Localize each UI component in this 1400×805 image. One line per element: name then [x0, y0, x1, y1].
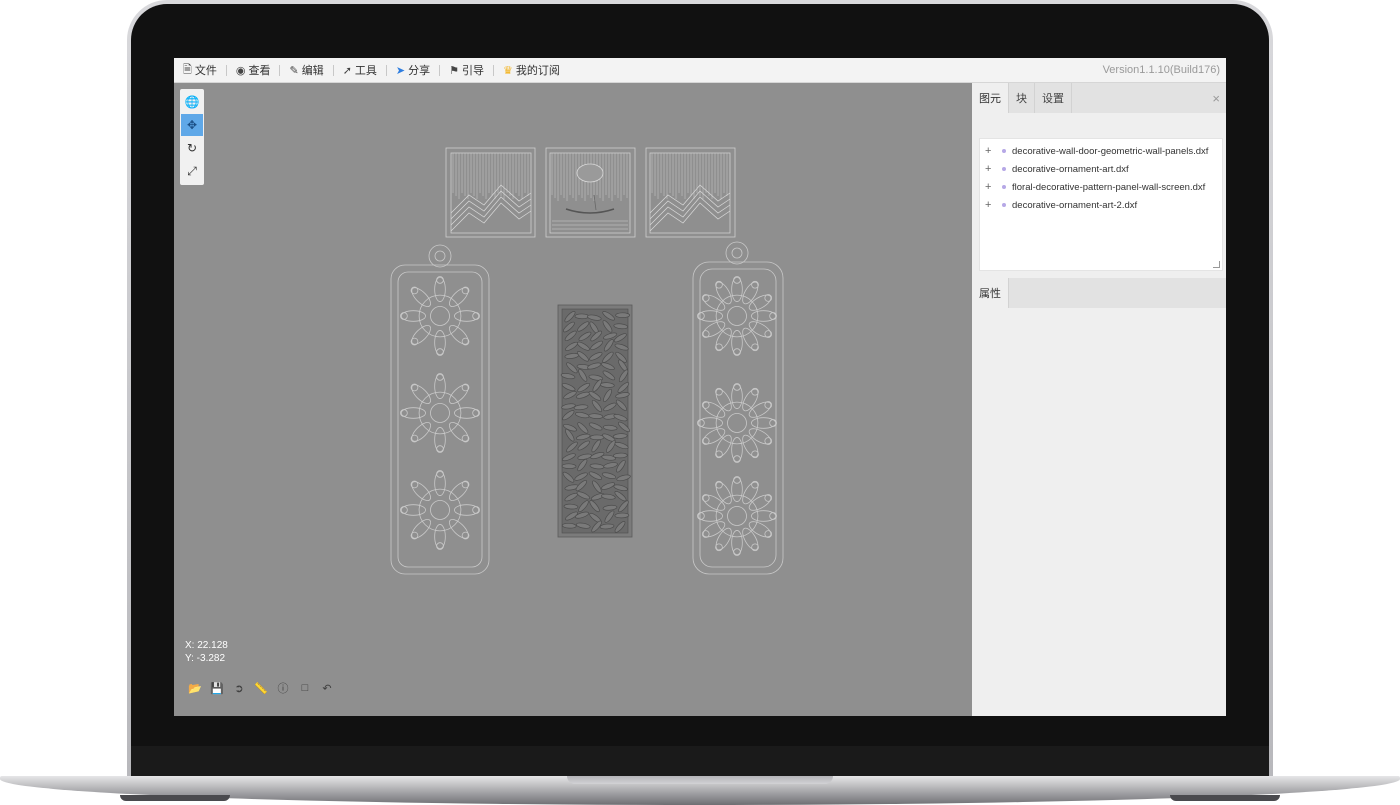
laptop-foot-left [120, 795, 230, 801]
close-icon[interactable]: × [1212, 91, 1220, 106]
menu-guide-label: 引导 [462, 65, 484, 77]
tab-blocks[interactable]: 块 [1009, 83, 1035, 113]
layer-dot [1002, 167, 1006, 171]
cursor-coordinates: X: 22.128 Y: -3.282 [185, 639, 228, 665]
menu-file[interactable]: 🗎 文件 [174, 58, 226, 82]
layer-dot [1002, 203, 1006, 207]
wall-panel-left [445, 147, 536, 238]
layer-dot [1002, 149, 1006, 153]
rotate-icon[interactable]: ↻ [181, 137, 203, 159]
menu-share[interactable]: ➤ 分享 [387, 58, 439, 82]
menu-subscription-label: 我的订阅 [515, 65, 560, 77]
expand-icon[interactable]: + [985, 199, 995, 211]
tab-settings[interactable]: 设置 [1035, 83, 1072, 113]
laptop-chin [131, 746, 1269, 778]
globe-icon[interactable]: 🌐 [181, 91, 203, 113]
tree-item-label: decorative-wall-door-geometric-wall-pane… [1012, 145, 1209, 157]
share-icon: ➤ [395, 64, 406, 77]
menu-bar: 🗎 文件 ◉ 查看 ✎ 编辑 ➚ 工具 ➤ 分享 ⚑ 引导 ♛ 我的订阅 Ver… [174, 58, 1226, 83]
ornament-left [390, 244, 490, 575]
menu-edit[interactable]: ✎ 编辑 [280, 58, 332, 82]
wall-panel-center [545, 147, 636, 238]
tree-item[interactable]: + decorative-ornament-art.dxf [980, 160, 1222, 178]
coord-x: X: 22.128 [185, 640, 228, 651]
select-box-icon[interactable]: □ [294, 680, 316, 696]
menu-view-label: 查看 [248, 65, 271, 77]
tab-properties[interactable]: 属性 [972, 278, 1009, 308]
undo-icon[interactable]: ↶ [316, 680, 338, 696]
menu-view[interactable]: ◉ 查看 [227, 58, 280, 82]
tree-item-label: decorative-ornament-art.dxf [1012, 163, 1129, 175]
save-icon[interactable]: 💾 [206, 680, 228, 696]
menu-file-label: 文件 [194, 65, 217, 77]
layer-dot [1002, 185, 1006, 189]
tree-item[interactable]: + floral-decorative-pattern-panel-wall-s… [980, 178, 1222, 196]
menu-share-label: 分享 [408, 65, 431, 77]
drawing-canvas[interactable]: 🌐 ✥ ↻ ⤢ X: 22.128 Y: -3.282 📂 💾 ➲ 📏 ⓘ □ … [174, 83, 972, 716]
info-icon[interactable]: ⓘ [272, 680, 294, 696]
menu-edit-label: 编辑 [301, 65, 324, 77]
eye-icon: ◉ [235, 64, 246, 77]
bottom-toolbar: 📂 💾 ➲ 📏 ⓘ □ ↶ [184, 680, 338, 696]
wrench-icon: ➚ [342, 64, 352, 77]
side-panel: 图元 块 设置 × + decorative-wall-door-geometr… [972, 83, 1226, 716]
open-folder-icon[interactable]: 📂 [184, 680, 206, 696]
tree-item[interactable]: + decorative-ornament-art-2.dxf [980, 196, 1222, 214]
menu-guide[interactable]: ⚑ 引导 [440, 58, 493, 82]
entity-tree: + decorative-wall-door-geometric-wall-pa… [979, 138, 1223, 271]
expand-icon[interactable]: + [985, 145, 995, 157]
wall-panel-right [645, 147, 736, 238]
menu-subscription[interactable]: ♛ 我的订阅 [494, 58, 569, 82]
properties-tabs: 属性 [972, 278, 1226, 308]
menu-tools-label: 工具 [354, 65, 377, 77]
panel-tabs: 图元 块 设置 [972, 83, 1226, 113]
cad-drawing [390, 147, 784, 575]
expand-icon[interactable]: + [985, 163, 995, 175]
laptop-notch [567, 776, 833, 784]
tree-item-label: decorative-ornament-art-2.dxf [1012, 199, 1138, 211]
tree-item-label: floral-decorative-pattern-panel-wall-scr… [1012, 181, 1206, 193]
crown-icon: ♛ [503, 64, 513, 77]
fit-screen-icon[interactable]: ⤢ [181, 160, 203, 182]
tab-entities[interactable]: 图元 [972, 83, 1009, 113]
view-toolbox: 🌐 ✥ ↻ ⤢ [180, 89, 204, 185]
export-icon[interactable]: ➲ [228, 680, 250, 696]
coord-y: Y: -3.282 [185, 653, 226, 664]
expand-icon[interactable]: + [985, 181, 995, 193]
file-icon: 🗎 [183, 63, 192, 76]
resize-handle[interactable] [1213, 261, 1220, 268]
move-icon[interactable]: ✥ [181, 114, 203, 136]
app-screen: 🗎 文件 ◉ 查看 ✎ 编辑 ➚ 工具 ➤ 分享 ⚑ 引导 ♛ 我的订阅 Ver… [174, 58, 1226, 716]
menu-tools[interactable]: ➚ 工具 [334, 58, 386, 82]
ruler-icon[interactable]: 📏 [250, 680, 272, 696]
version-label: Version1.1.10(Build176) [1102, 64, 1220, 76]
edit-icon: ✎ [289, 64, 299, 77]
guide-icon: ⚑ [449, 64, 459, 77]
leaf-panel-center [557, 304, 633, 538]
laptop-foot-right [1170, 795, 1280, 801]
tree-item[interactable]: + decorative-wall-door-geometric-wall-pa… [980, 142, 1222, 160]
ornament-right [692, 241, 784, 575]
